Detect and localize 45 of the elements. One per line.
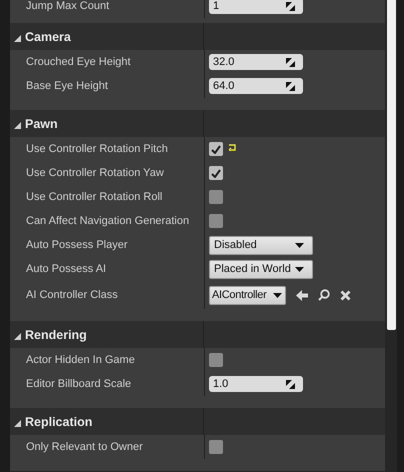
drag-handle-icon[interactable]: [286, 82, 295, 90]
property-label: Use Controller Rotation Roll: [26, 191, 162, 203]
caret-icon: [273, 292, 282, 298]
drag-handle-icon[interactable]: [286, 380, 295, 388]
checkbox[interactable]: [209, 142, 223, 156]
property-label: Only Relevant to Owner: [26, 441, 143, 453]
dropdown[interactable]: Placed in World: [209, 260, 313, 278]
property-label: Can Affect Navigation Generation: [26, 215, 190, 227]
caret-icon: [295, 242, 304, 248]
number-field[interactable]: 64.0: [209, 78, 303, 94]
property-label: Auto Possess Player: [26, 239, 128, 251]
property-label: AI Controller Class: [26, 289, 118, 301]
dropdown[interactable]: Disabled: [209, 236, 313, 254]
expand-triangle-icon: [14, 420, 21, 426]
class-dropdown[interactable]: AIController: [209, 286, 286, 304]
left-arrow-icon[interactable]: [296, 290, 308, 300]
property-label: Base Eye Height: [26, 80, 108, 92]
expand-triangle-icon: [14, 34, 21, 42]
number-field[interactable]: 1.0: [209, 376, 303, 392]
reset-arrow-icon[interactable]: [229, 144, 237, 150]
category-header[interactable]: Pawn: [10, 110, 385, 137]
caret-icon: [295, 266, 304, 272]
search-icon[interactable]: [318, 289, 330, 301]
close-icon[interactable]: [340, 290, 351, 300]
property-label: Actor Hidden In Game: [26, 354, 135, 366]
checkbox[interactable]: [209, 214, 223, 228]
category-header[interactable]: Replication: [10, 408, 385, 435]
drag-handle-icon[interactable]: [286, 58, 295, 66]
property-label: Auto Possess AI: [26, 263, 106, 275]
checkbox[interactable]: [209, 166, 223, 180]
checkbox[interactable]: [209, 440, 223, 454]
property-label: Crouched Eye Height: [26, 56, 131, 68]
property-label: Jump Max Count: [26, 0, 110, 12]
drag-handle-icon[interactable]: [286, 2, 295, 10]
category-header[interactable]: Rendering: [10, 321, 385, 348]
number-field[interactable]: 1: [209, 0, 303, 14]
expand-triangle-icon: [14, 332, 21, 340]
number-field[interactable]: 32.0: [209, 54, 303, 70]
checkbox[interactable]: [209, 353, 223, 367]
expand-triangle-icon: [14, 122, 21, 128]
property-label: Use Controller Rotation Yaw: [26, 167, 164, 179]
property-label: Editor Billboard Scale: [26, 378, 132, 390]
property-label: Use Controller Rotation Pitch: [26, 143, 168, 155]
category-header[interactable]: Camera: [10, 23, 385, 50]
checkbox[interactable]: [209, 190, 223, 204]
